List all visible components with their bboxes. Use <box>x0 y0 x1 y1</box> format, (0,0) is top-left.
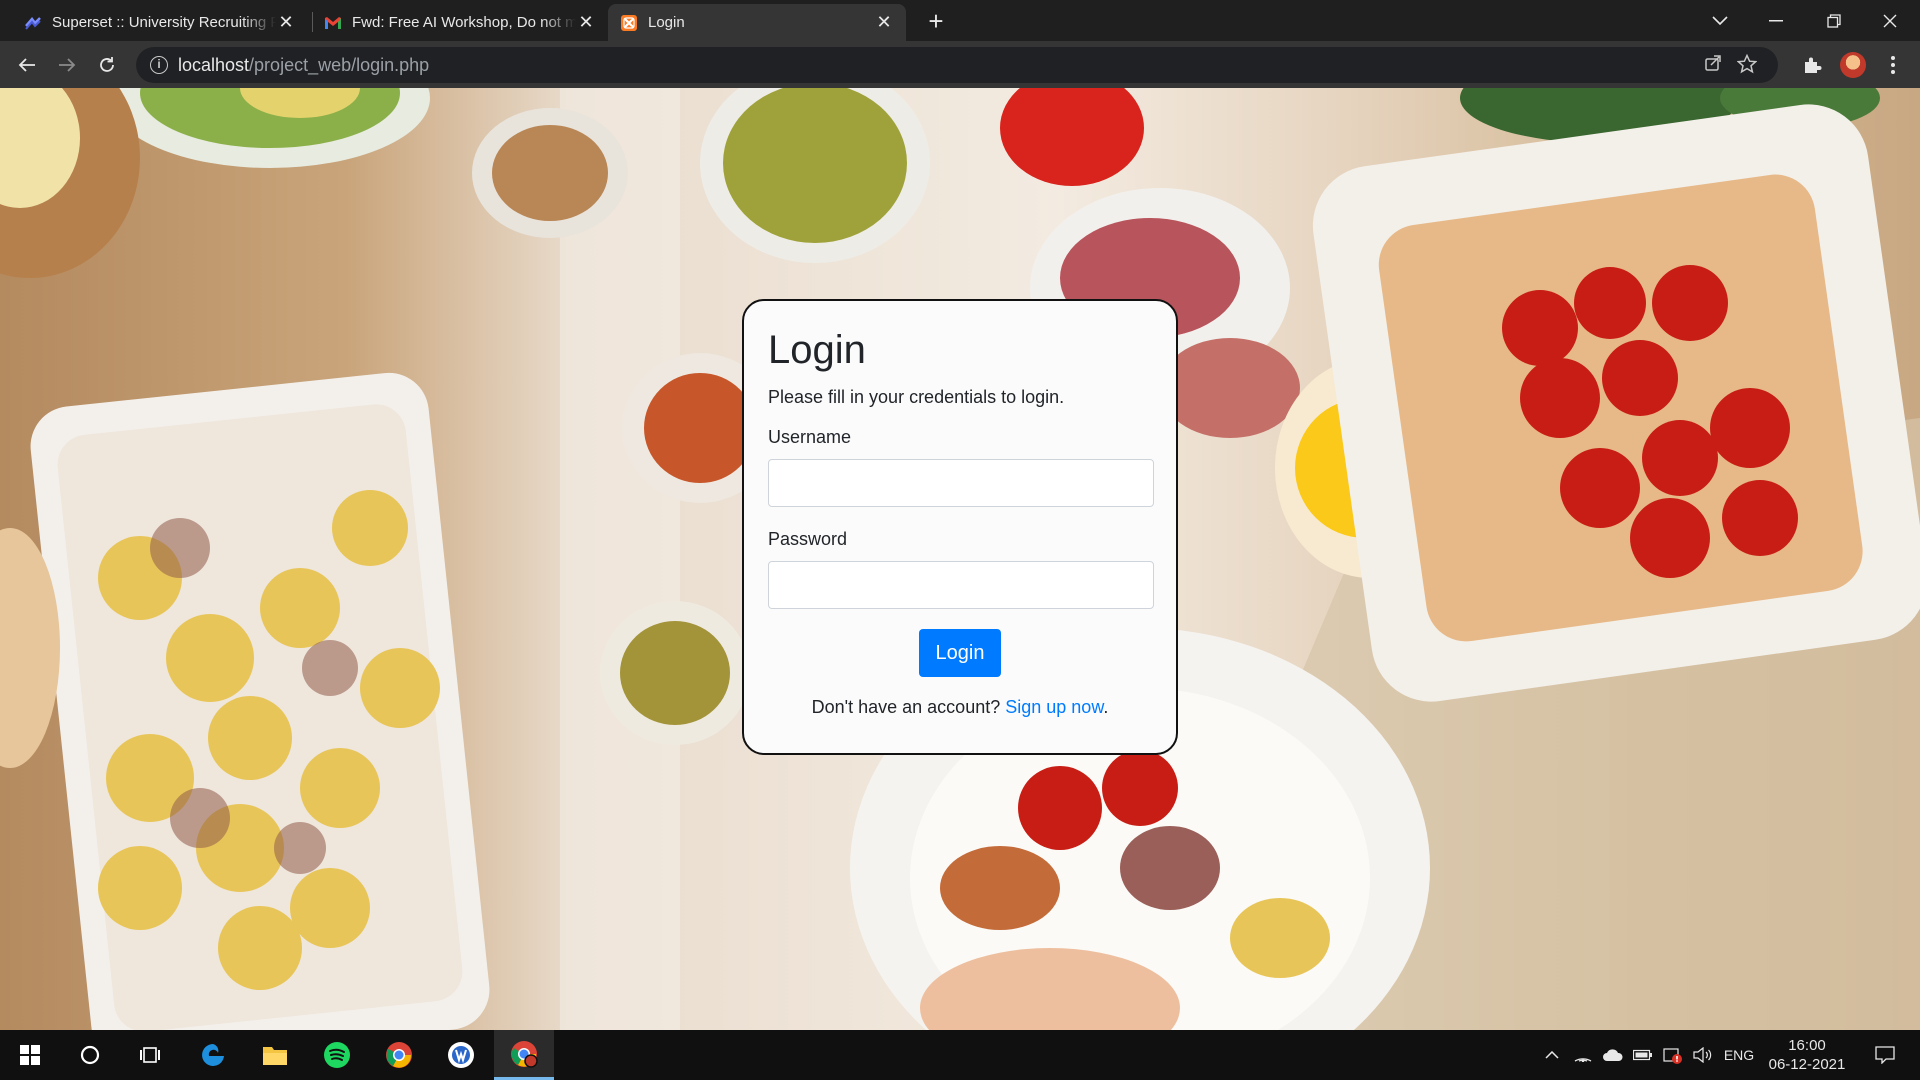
tab-superset[interactable]: Superset :: University Recruiting Pl ✕ <box>12 4 308 41</box>
search-icon[interactable] <box>62 1030 118 1080</box>
app-icon[interactable] <box>433 1030 489 1080</box>
arrow-right-icon <box>59 58 76 72</box>
password-input[interactable] <box>768 561 1154 609</box>
extensions-icon[interactable] <box>1797 50 1827 80</box>
arrow-left-icon <box>18 58 35 72</box>
xampp-icon <box>621 14 637 31</box>
close-tab-icon[interactable]: ✕ <box>576 12 596 33</box>
login-subtitle: Please fill in your credentials to login… <box>768 387 1065 407</box>
tab-gmail[interactable]: Fwd: Free AI Workshop, Do not miss ✕ <box>312 4 608 41</box>
file-explorer-icon[interactable] <box>247 1030 303 1080</box>
page-title: Login <box>768 328 866 372</box>
username-label: Username <box>768 427 852 447</box>
windows-start-icon[interactable] <box>2 1030 58 1080</box>
edge-icon[interactable] <box>185 1030 241 1080</box>
bookmark-star-icon[interactable] <box>1736 53 1758 76</box>
site-info-icon[interactable]: i <box>150 56 168 74</box>
onedrive-cloud-icon[interactable] <box>1598 1030 1628 1080</box>
tab-search-icon[interactable] <box>1692 0 1748 41</box>
browser-toolbar: i localhost/project_web/login.php <box>0 41 1920 88</box>
input-language-indicator[interactable]: ENG <box>1718 1030 1760 1080</box>
signup-prompt-text: Don't have an account? <box>811 697 1001 717</box>
chrome-icon[interactable] <box>371 1030 427 1080</box>
tab-title: Fwd: Free AI Workshop, Do not miss <box>352 14 576 31</box>
back-button[interactable] <box>11 49 43 81</box>
security-alert-icon[interactable] <box>1658 1030 1688 1080</box>
new-tab-button[interactable]: + <box>922 8 950 36</box>
profile-avatar[interactable] <box>1840 52 1866 78</box>
close-window-button[interactable] <box>1862 0 1918 41</box>
volume-icon[interactable] <box>1688 1030 1718 1080</box>
share-icon[interactable] <box>1702 54 1724 76</box>
tab-title: Login <box>648 14 685 31</box>
url-host: localhost <box>178 55 250 75</box>
windows-taskbar: ENG 16:00 06-12-2021 <box>0 1030 1920 1080</box>
address-bar[interactable]: i localhost/project_web/login.php <box>136 47 1778 83</box>
show-hidden-icons-chevron-icon[interactable] <box>1538 1030 1566 1080</box>
tab-title: Superset :: University Recruiting Pl <box>52 14 276 31</box>
signup-link[interactable]: Sign up now <box>1005 697 1103 717</box>
username-input[interactable] <box>768 459 1154 507</box>
tab-strip: Superset :: University Recruiting Pl ✕ F… <box>0 0 1920 41</box>
taskbar-clock[interactable]: 16:00 06-12-2021 <box>1756 1036 1858 1074</box>
password-label: Password <box>768 529 848 549</box>
login-button[interactable]: Login <box>919 629 1001 677</box>
minimize-button[interactable] <box>1748 0 1804 41</box>
clock-time: 16:00 <box>1788 1037 1826 1054</box>
menu-kebab-icon[interactable] <box>1878 50 1908 80</box>
wifi-icon[interactable] <box>1568 1030 1598 1080</box>
close-tab-icon[interactable]: ✕ <box>874 12 894 33</box>
gmail-icon <box>325 16 341 29</box>
clock-date: 06-12-2021 <box>1768 1056 1846 1073</box>
superset-icon <box>25 16 41 30</box>
login-card: Login Please fill in your credentials to… <box>742 299 1178 755</box>
reload-icon <box>100 57 114 72</box>
signup-period: . <box>1103 697 1109 717</box>
restore-button[interactable] <box>1806 0 1862 41</box>
url-path: /project_web/login.php <box>249 55 430 75</box>
close-tab-icon[interactable]: ✕ <box>276 12 296 33</box>
url-text[interactable]: localhost/project_web/login.php <box>178 55 429 76</box>
forward-button[interactable] <box>51 49 83 81</box>
page-viewport: Login Please fill in your credentials to… <box>0 88 1920 1030</box>
task-view-icon[interactable] <box>122 1030 178 1080</box>
notifications-icon[interactable] <box>1862 1030 1908 1080</box>
tab-login[interactable]: Login ✕ <box>608 4 906 41</box>
spotify-icon[interactable] <box>309 1030 365 1080</box>
signup-prompt: Don't have an account? Sign up now. <box>768 697 1152 718</box>
battery-icon[interactable] <box>1628 1030 1658 1080</box>
chrome-active-icon[interactable] <box>494 1030 554 1080</box>
reload-button[interactable] <box>91 49 123 81</box>
